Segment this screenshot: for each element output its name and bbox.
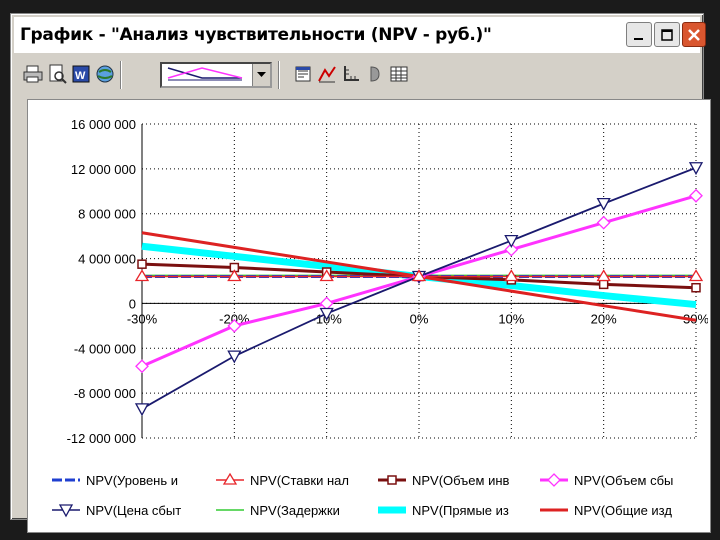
data-point-marker [547, 473, 561, 487]
window-title: График - "Анализ чувствительности (NPV -… [20, 25, 492, 45]
toolbar-separator [120, 61, 122, 89]
x-tick-label: 0% [410, 311, 429, 326]
svg-text:W: W [75, 70, 86, 82]
y-tick-label: 16 000 000 [71, 117, 136, 132]
data-point-marker [134, 403, 150, 417]
data-point-marker [319, 296, 334, 311]
data-point-marker [504, 234, 519, 248]
axis-icon[interactable] [340, 63, 362, 85]
chevron-down-icon [257, 72, 266, 77]
data-point-marker [691, 282, 701, 293]
minimize-icon [634, 37, 643, 40]
legend-label: NPV(Цена сбыт [86, 503, 181, 518]
legend-label: NPV(Объем инв [412, 473, 510, 488]
print-preview-icon[interactable] [46, 63, 68, 85]
data-point-marker [596, 215, 611, 230]
data-point-marker [596, 197, 611, 211]
web-export-icon[interactable] [94, 63, 116, 85]
toolbar: W [14, 57, 700, 93]
y-tick-label: 8 000 000 [78, 207, 136, 222]
data-point-marker [227, 350, 242, 364]
legend-label: NPV(Объем сбы [574, 473, 673, 488]
dropdown-arrow-button[interactable] [252, 64, 270, 86]
maximize-icon [661, 28, 673, 41]
chart-type-dropdown[interactable] [160, 62, 272, 88]
y-tick-label: 12 000 000 [71, 162, 136, 177]
close-icon [688, 28, 700, 41]
word-export-icon[interactable]: W [70, 63, 92, 85]
legend-label: NPV(Прямые из [412, 503, 509, 518]
y-tick-label: -4 000 000 [74, 341, 136, 356]
close-button[interactable] [682, 22, 706, 47]
title-bar[interactable]: График - "Анализ чувствительности (NPV -… [14, 17, 706, 53]
data-point-marker [135, 359, 149, 374]
x-tick-label: -30% [127, 311, 158, 326]
table-icon[interactable] [388, 63, 410, 85]
legend-label: NPV(Ставки нал [250, 473, 349, 488]
chart-panel: 16 000 000 12 000 000 8 000 000 4 000 000 0-… [27, 99, 711, 533]
x-tick-label: 10% [498, 311, 524, 326]
toolbar-separator [278, 61, 280, 89]
series-icon[interactable] [316, 63, 338, 85]
y-tick-label: 4 000 000 [78, 252, 136, 267]
legend-label: NPV(Задержки [250, 503, 340, 518]
y-tick-label: -8 000 000 [74, 386, 136, 401]
data-point-marker [688, 162, 704, 176]
y-tick-label: -12 000 000 [67, 431, 136, 446]
minimize-button[interactable] [626, 22, 652, 47]
chart-window: График - "Анализ чувствительности (NPV -… [10, 13, 711, 533]
maximize-button[interactable] [654, 22, 680, 47]
sensitivity-chart: 16 000 00012 000 0008 000 0004 000 0000-… [52, 117, 709, 518]
x-tick-label: 20% [591, 311, 617, 326]
chart-type-preview-icon [167, 67, 243, 81]
data-point-marker [598, 279, 609, 290]
y-tick-label: 0 [129, 296, 136, 311]
data-point-marker [222, 472, 238, 485]
print-icon[interactable] [22, 63, 44, 85]
data-point-marker [689, 188, 703, 203]
data-point-marker [387, 475, 397, 485]
legend-label: NPV(Общие изд [574, 503, 672, 518]
legend-label: NPV(Уровень и [86, 473, 178, 488]
data-point-marker [137, 259, 147, 269]
chart-properties-icon[interactable] [292, 63, 314, 85]
format-icon[interactable] [364, 63, 386, 85]
